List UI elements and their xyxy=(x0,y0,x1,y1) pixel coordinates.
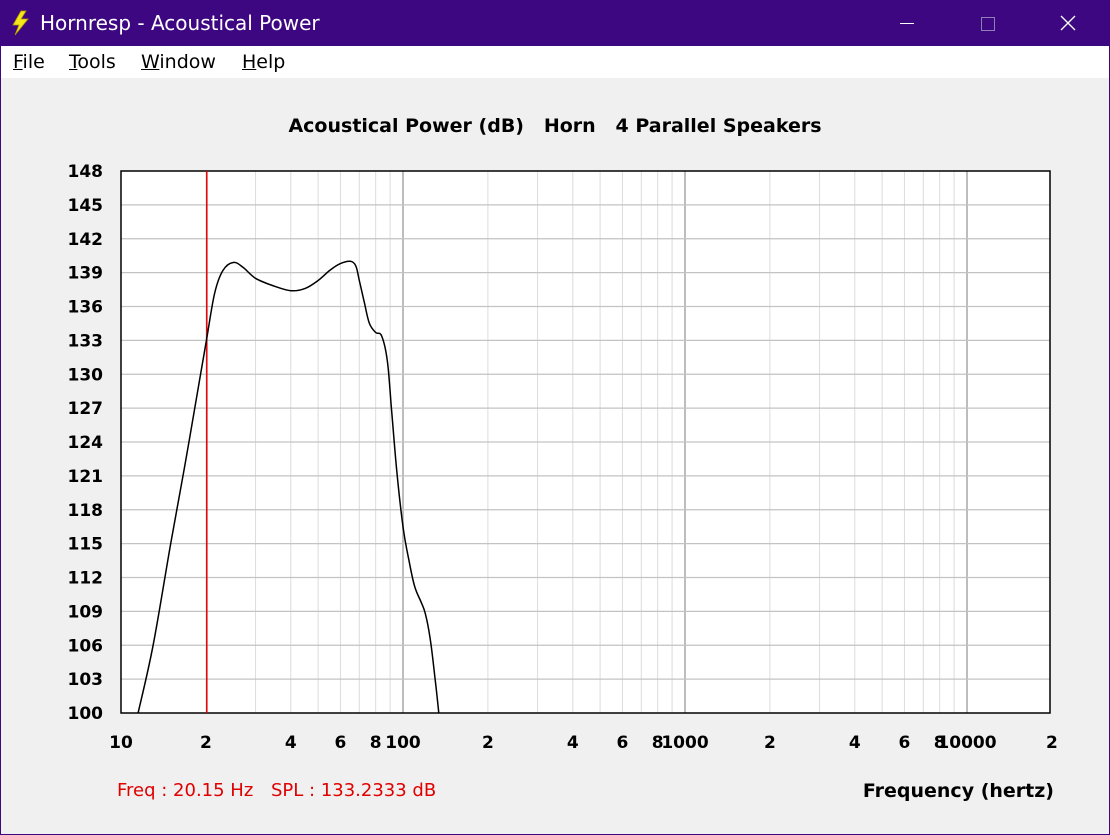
x-tick-label: 2 xyxy=(200,733,212,753)
x-tick-label: 4 xyxy=(285,733,297,753)
y-tick-label: 121 xyxy=(68,467,104,487)
y-tick-label: 142 xyxy=(68,230,104,250)
x-tick-label: 10 xyxy=(109,733,133,753)
y-tick-label: 136 xyxy=(68,298,104,318)
x-tick-label: 8 xyxy=(370,733,382,753)
y-tick-label: 127 xyxy=(68,399,104,419)
x-tick-label: 4 xyxy=(849,733,861,753)
x-tick-label: 4 xyxy=(567,733,579,753)
y-tick-label: 139 xyxy=(68,264,104,284)
y-tick-label: 148 xyxy=(68,162,104,182)
y-tick-label: 103 xyxy=(68,670,104,690)
x-tick-label: 100 xyxy=(385,733,421,753)
y-tick-label: 100 xyxy=(68,704,104,724)
x-tick-label: 1000 xyxy=(661,733,708,753)
x-tick-label: 6 xyxy=(335,733,347,753)
freq-readout: Freq : 20.15 Hz xyxy=(117,780,254,801)
y-tick-label: 109 xyxy=(68,602,104,622)
y-tick-label: 118 xyxy=(68,501,104,521)
y-tick-label: 133 xyxy=(68,331,104,351)
x-tick-label: 2 xyxy=(1046,733,1058,753)
y-tick-label: 106 xyxy=(68,636,104,656)
x-tick-label: 2 xyxy=(482,733,494,753)
y-tick-label: 124 xyxy=(68,433,104,453)
y-tick-label: 115 xyxy=(68,535,104,555)
acoustical-power-chart[interactable]: 1001031061091121151181211241271301331361… xyxy=(0,0,1110,835)
y-tick-label: 130 xyxy=(68,365,104,385)
x-tick-label: 10000 xyxy=(937,733,996,753)
x-tick-label: 6 xyxy=(617,733,629,753)
x-axis-label: Frequency (hertz) xyxy=(862,780,1054,802)
y-tick-label: 145 xyxy=(68,196,104,216)
x-tick-label: 6 xyxy=(899,733,911,753)
spl-readout: SPL : 133.2333 dB xyxy=(271,780,437,801)
y-tick-label: 112 xyxy=(68,569,104,589)
x-tick-label: 2 xyxy=(764,733,776,753)
